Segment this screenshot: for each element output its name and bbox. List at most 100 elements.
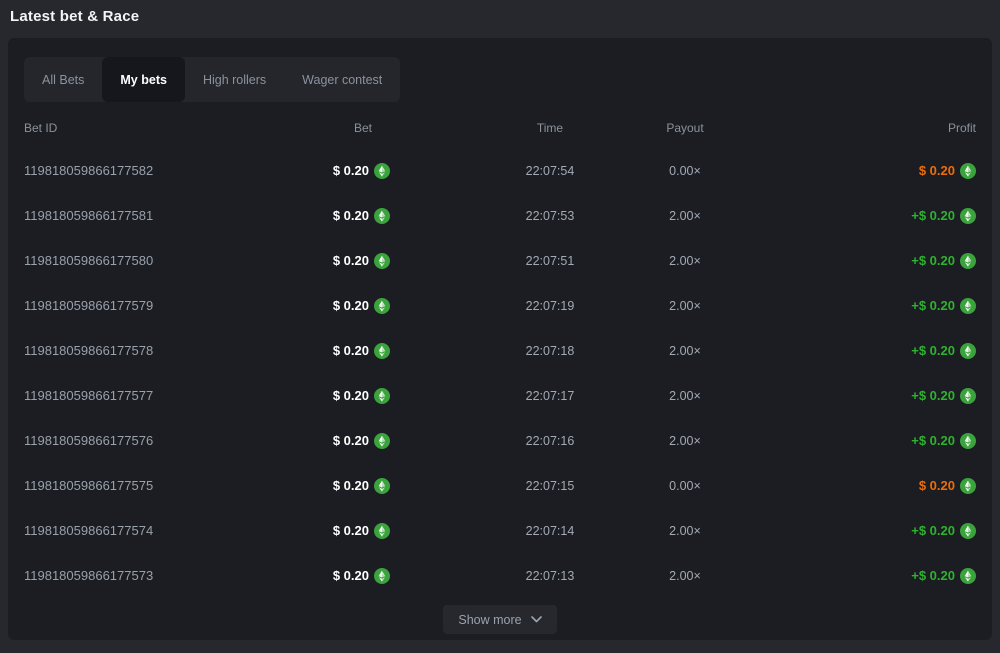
time-value: 22:07:14 [390, 524, 660, 538]
time-value: 22:07:53 [390, 209, 660, 223]
eth-coin-icon [960, 253, 976, 269]
bets-table: Bet ID Bet Time Payout Profit 1198180598… [24, 108, 976, 598]
tab-my-bets[interactable]: My bets [102, 57, 185, 102]
bet-amount: $ 0.20 [274, 343, 390, 359]
latest-bets-panel: All Bets My bets High rollers Wager cont… [8, 38, 992, 640]
eth-coin-icon [374, 523, 390, 539]
profit-amount: +$ 0.20 [710, 388, 976, 404]
profit-amount-value: $ 0.20 [919, 163, 955, 178]
profit-amount-value: +$ 0.20 [911, 523, 955, 538]
time-value: 22:07:19 [390, 299, 660, 313]
show-more-container: Show more [24, 605, 976, 634]
profit-amount-value: +$ 0.20 [911, 388, 955, 403]
table-body: 119818059866177582 $ 0.20 22:07:54 0.00×… [24, 148, 976, 598]
eth-coin-icon [374, 253, 390, 269]
profit-amount-value: +$ 0.20 [911, 253, 955, 268]
eth-coin-icon [960, 388, 976, 404]
eth-coin-icon [374, 433, 390, 449]
eth-coin-icon [374, 478, 390, 494]
table-header-row: Bet ID Bet Time Payout Profit [24, 108, 976, 148]
eth-coin-icon [374, 388, 390, 404]
eth-coin-icon [374, 298, 390, 314]
profit-amount: $ 0.20 [710, 163, 976, 179]
payout-value: 2.00× [660, 524, 710, 538]
bet-amount: $ 0.20 [274, 163, 390, 179]
bet-tabs: All Bets My bets High rollers Wager cont… [24, 57, 400, 102]
column-header-profit: Profit [710, 121, 976, 135]
table-row[interactable]: 119818059866177577 $ 0.20 22:07:17 2.00×… [24, 373, 976, 418]
bet-amount: $ 0.20 [274, 298, 390, 314]
table-row[interactable]: 119818059866177582 $ 0.20 22:07:54 0.00×… [24, 148, 976, 193]
payout-value: 2.00× [660, 209, 710, 223]
bet-amount: $ 0.20 [274, 478, 390, 494]
time-value: 22:07:54 [390, 164, 660, 178]
eth-coin-icon [960, 343, 976, 359]
eth-coin-icon [960, 478, 976, 494]
tab-label: All Bets [42, 73, 84, 87]
payout-value: 2.00× [660, 299, 710, 313]
table-row[interactable]: 119818059866177579 $ 0.20 22:07:19 2.00×… [24, 283, 976, 328]
time-value: 22:07:16 [390, 434, 660, 448]
bet-amount-value: $ 0.20 [333, 568, 369, 583]
payout-value: 2.00× [660, 434, 710, 448]
bet-id-value: 119818059866177578 [24, 343, 274, 358]
show-more-label: Show more [458, 613, 521, 627]
profit-amount-value: +$ 0.20 [911, 298, 955, 313]
table-row[interactable]: 119818059866177574 $ 0.20 22:07:14 2.00×… [24, 508, 976, 553]
bet-amount-value: $ 0.20 [333, 253, 369, 268]
eth-coin-icon [960, 433, 976, 449]
table-row[interactable]: 119818059866177578 $ 0.20 22:07:18 2.00×… [24, 328, 976, 373]
bet-amount-value: $ 0.20 [333, 388, 369, 403]
tab-wager-contest[interactable]: Wager contest [284, 57, 400, 102]
column-header-bet-id: Bet ID [24, 121, 274, 135]
bet-id-value: 119818059866177577 [24, 388, 274, 403]
tab-high-rollers[interactable]: High rollers [185, 57, 284, 102]
bet-id-value: 119818059866177574 [24, 523, 274, 538]
payout-value: 2.00× [660, 389, 710, 403]
time-value: 22:07:15 [390, 479, 660, 493]
table-row[interactable]: 119818059866177581 $ 0.20 22:07:53 2.00×… [24, 193, 976, 238]
bet-id-value: 119818059866177582 [24, 163, 274, 178]
eth-coin-icon [374, 568, 390, 584]
profit-amount: $ 0.20 [710, 478, 976, 494]
time-value: 22:07:17 [390, 389, 660, 403]
column-header-time: Time [390, 121, 660, 135]
payout-value: 2.00× [660, 254, 710, 268]
profit-amount: +$ 0.20 [710, 208, 976, 224]
column-header-bet: Bet [274, 121, 390, 135]
bet-amount: $ 0.20 [274, 208, 390, 224]
page-title: Latest bet & Race [10, 8, 139, 25]
profit-amount: +$ 0.20 [710, 523, 976, 539]
time-value: 22:07:51 [390, 254, 660, 268]
eth-coin-icon [960, 523, 976, 539]
table-row[interactable]: 119818059866177575 $ 0.20 22:07:15 0.00×… [24, 463, 976, 508]
bet-id-value: 119818059866177576 [24, 433, 274, 448]
bet-amount-value: $ 0.20 [333, 343, 369, 358]
table-row[interactable]: 119818059866177580 $ 0.20 22:07:51 2.00×… [24, 238, 976, 283]
bet-id-value: 119818059866177573 [24, 568, 274, 583]
profit-amount-value: +$ 0.20 [911, 208, 955, 223]
tab-label: High rollers [203, 73, 266, 87]
eth-coin-icon [374, 343, 390, 359]
profit-amount: +$ 0.20 [710, 433, 976, 449]
payout-value: 0.00× [660, 479, 710, 493]
tab-label: My bets [120, 73, 167, 87]
table-row[interactable]: 119818059866177573 $ 0.20 22:07:13 2.00×… [24, 553, 976, 598]
bet-id-value: 119818059866177579 [24, 298, 274, 313]
profit-amount: +$ 0.20 [710, 568, 976, 584]
profit-amount-value: $ 0.20 [919, 478, 955, 493]
bet-amount: $ 0.20 [274, 388, 390, 404]
bet-amount-value: $ 0.20 [333, 433, 369, 448]
show-more-button[interactable]: Show more [443, 605, 556, 634]
profit-amount-value: +$ 0.20 [911, 343, 955, 358]
profit-amount-value: +$ 0.20 [911, 568, 955, 583]
bet-amount-value: $ 0.20 [333, 298, 369, 313]
table-row[interactable]: 119818059866177576 $ 0.20 22:07:16 2.00×… [24, 418, 976, 463]
chevron-down-icon [531, 616, 542, 623]
profit-amount-value: +$ 0.20 [911, 433, 955, 448]
payout-value: 0.00× [660, 164, 710, 178]
tab-all-bets[interactable]: All Bets [24, 57, 102, 102]
time-value: 22:07:18 [390, 344, 660, 358]
payout-value: 2.00× [660, 569, 710, 583]
eth-coin-icon [960, 208, 976, 224]
